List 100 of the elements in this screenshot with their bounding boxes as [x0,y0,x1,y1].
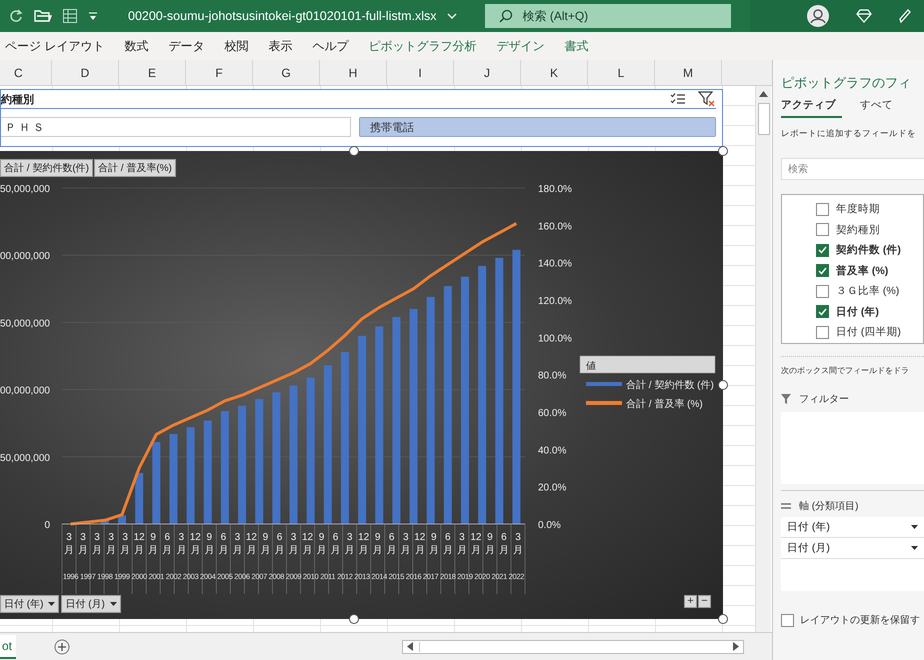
chevron-down-icon[interactable] [446,12,456,20]
defer-label[interactable]: レイアウトの更新を保留す [800,613,920,627]
field-checkbox[interactable] [816,244,829,257]
month-label: 9月 [204,532,214,556]
axis-label: 0 [44,520,50,531]
ribbon-tab[interactable]: 表示 [268,38,292,54]
axis-label: 0.0% [538,520,561,531]
ribbon-tab[interactable]: デザイン [496,38,544,54]
month-label: 12月 [190,532,201,556]
field-search-input[interactable]: 検索 [781,158,924,180]
area-label: フィルター [799,393,849,406]
zoom-button[interactable]: + [684,595,697,608]
search-field[interactable]: 検索 (Alt+Q) [484,4,730,28]
bar [135,472,144,524]
quick-access-menu-icon[interactable] [88,10,98,22]
left-arrow-icon[interactable] [407,642,414,651]
sheet-tab[interactable]: ot [0,634,16,658]
field-dropdown-button[interactable]: 日付 (月) [61,595,121,613]
column-header[interactable]: G [253,60,320,85]
month-label: 9月 [260,532,270,556]
field-checkbox[interactable] [816,326,829,339]
column-header[interactable]: C [0,60,52,85]
resize-handle[interactable] [718,614,728,624]
redo-icon[interactable] [8,8,24,24]
ribbon-tab[interactable]: 書式 [564,38,588,54]
field-button[interactable]: 合計 / 契約件数(件) [0,159,93,177]
field-checkbox[interactable] [816,305,829,318]
axis-label: 00,000,000 [0,386,50,397]
month-label: 12月 [358,532,370,556]
up-arrow-icon[interactable] [759,91,768,97]
axis-label: 20.0% [538,482,566,494]
pane-tab[interactable]: アクティブ [781,98,842,118]
field-label[interactable]: 契約件数 (件) [836,243,901,258]
month-label: 3月 [288,532,298,556]
vertical-scrollbar[interactable] [755,86,771,632]
axis-field-item[interactable]: 日付 (年) [781,517,924,538]
month-label: 12月 [470,532,482,556]
rows-icon [781,502,791,510]
column-header[interactable]: E [119,60,186,85]
field-checkbox[interactable] [816,202,829,216]
zoom-button[interactable]: − [698,595,711,608]
ribbon-tab[interactable]: ピボットグラフ分析 [368,38,476,54]
resize-handle[interactable] [349,614,359,624]
column-header[interactable]: F [186,60,253,85]
slicer-item[interactable]: 携帯電話 [359,117,716,137]
ribbon-tab[interactable]: 数式 [124,38,148,54]
month-label: 9月 [316,532,327,556]
resize-handle[interactable] [718,380,728,390]
field-label[interactable]: 日付 (年) [836,304,879,319]
file-name[interactable]: 00200-soumu-johotsusintokei-gt01020101-full-listm.xlsx [128,9,436,23]
month-label: 3月 [120,532,130,556]
pen-icon[interactable] [898,8,912,24]
resize-handle[interactable] [718,146,728,156]
pane-title: ピボットグラフのフィ [781,74,912,92]
field-label[interactable]: 日付 (四半期) [836,325,901,340]
column-header[interactable]: H [320,60,387,85]
multi-select-icon[interactable] [670,92,686,106]
field-label[interactable]: 契約種別 [836,222,880,237]
slicer-item[interactable]: ＰＨＳ [1,117,351,137]
ribbon-tab[interactable]: ページ レイアウト [5,38,104,54]
pane-tab[interactable]: すべて [860,98,899,118]
axis-label: 120.0% [538,296,572,307]
month-label: 6月 [498,532,509,556]
column-header[interactable]: K [521,60,588,85]
field-dropdown-button[interactable]: 日付 (年) [0,595,60,613]
avatar-icon[interactable] [806,4,830,28]
right-arrow-icon[interactable] [733,642,740,651]
ribbon-tab[interactable]: データ [168,38,204,54]
column-header[interactable]: D [52,60,119,85]
field-label[interactable]: 年度時期 [836,202,880,216]
horizontal-scrollbar[interactable] [402,640,744,654]
table-icon[interactable] [62,8,78,24]
field-label[interactable]: ３Ｇ比率 (%) [836,284,900,298]
add-sheet-icon[interactable] [54,638,70,654]
field-button[interactable]: 合計 / 普及率(%) [94,159,176,177]
defer-checkbox[interactable] [781,614,794,626]
folder-icon[interactable] [34,8,52,24]
column-header[interactable]: L [588,60,655,85]
month-label: 12月 [414,532,426,556]
diamond-icon[interactable] [856,9,872,23]
month-label: 6月 [162,532,172,556]
clear-filter-icon[interactable] [698,91,716,107]
axis-label: 00,000,000 [0,251,50,262]
scrollbar-thumb[interactable] [758,103,770,135]
ribbon-tab[interactable]: 校閲 [224,38,248,54]
column-header[interactable]: J [454,60,521,85]
field-label[interactable]: 普及率 (%) [836,264,888,278]
month-label: 6月 [386,532,397,556]
field-checkbox[interactable] [816,284,829,298]
column-header[interactable]: I [387,60,454,85]
month-label: 9月 [428,532,439,556]
column-header[interactable]: M [655,60,722,85]
caret-icon [911,546,918,550]
field-checkbox[interactable] [816,264,829,278]
axis-field-item[interactable]: 日付 (月) [781,538,924,559]
ribbon-tab[interactable]: ヘルプ [312,38,348,54]
legend-field-button[interactable]: 値 [580,356,716,374]
month-label: 6月 [442,532,453,556]
field-checkbox[interactable] [816,223,829,236]
instruction-text: レポートに追加するフィールドを [781,128,917,140]
